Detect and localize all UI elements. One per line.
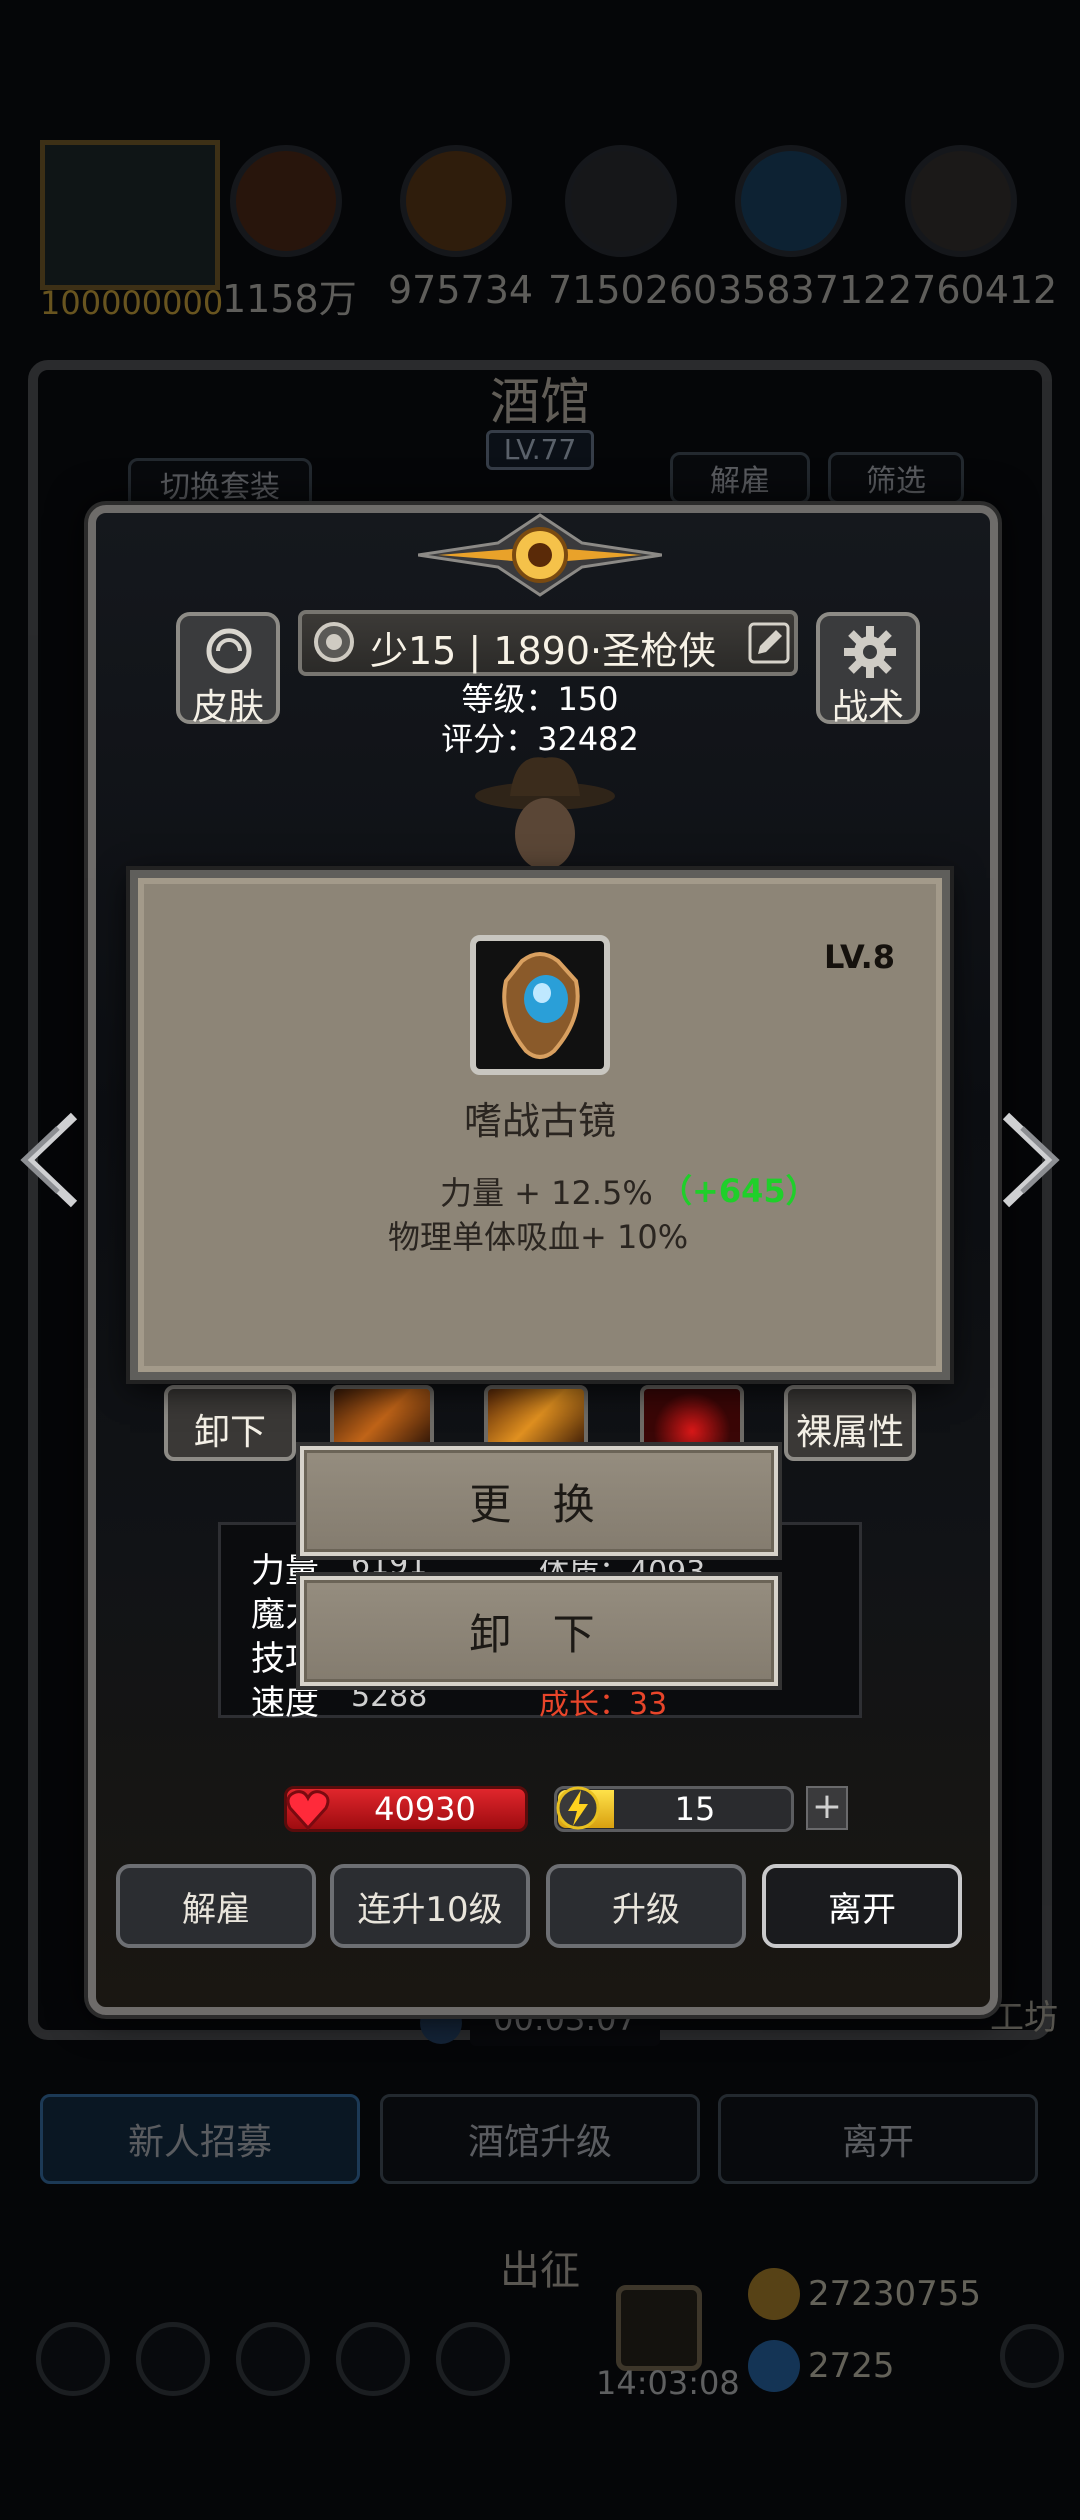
- gift-box-icon[interactable]: [616, 2285, 702, 2371]
- panel-crest-ornament: [418, 513, 662, 597]
- level-up-10-button[interactable]: 连升10级: [330, 1864, 530, 1948]
- tavern-leave-button[interactable]: 离开: [718, 2094, 1038, 2184]
- hero-score: 评分：32482: [441, 720, 639, 758]
- resource-value-4: 3583712: [718, 268, 888, 312]
- hero-name-bar: 少15 | 1890·圣枪侠: [298, 610, 798, 676]
- item-attribute-strength: 力量 + 12.5%: [440, 1174, 653, 1212]
- tavern-title: 酒馆: [490, 373, 590, 431]
- item-level: LV.8: [824, 938, 896, 976]
- resource-value-3: 7150260: [548, 268, 718, 312]
- leave-button[interactable]: 离开: [762, 1864, 962, 1948]
- item-name: 嗜战古镜: [463, 1099, 616, 1143]
- heart-icon: [286, 1790, 330, 1831]
- edit-name-icon[interactable]: [748, 622, 790, 664]
- gem-amount: 2725: [808, 2346, 895, 2386]
- item-icon-frame: [470, 935, 610, 1075]
- hero-name: 少15 | 1890·圣枪侠: [370, 629, 717, 673]
- resource-icon-4: [735, 145, 847, 257]
- game-clock: 14:03:08: [596, 2364, 740, 2402]
- replace-equipment-button[interactable]: 更 换: [300, 1446, 778, 1556]
- item-attribute-lifesteal: 物理单体吸血+ 10%: [388, 1218, 689, 1256]
- menu-icon-5[interactable]: [436, 2322, 510, 2396]
- unequip-side-label: 卸下: [193, 1412, 266, 1453]
- add-energy-button[interactable]: +: [806, 1786, 848, 1830]
- menu-icon-1[interactable]: [36, 2322, 110, 2396]
- unequip-equipment-button[interactable]: 卸 下: [300, 1576, 778, 1686]
- gold-icon: [748, 2268, 800, 2320]
- skill-slot-3[interactable]: [640, 1385, 744, 1449]
- ancient-mirror-icon: [502, 952, 580, 1059]
- gem-icon: [748, 2340, 800, 2392]
- item-attribute-strength-bonus: （+645）: [660, 1172, 818, 1210]
- resource-icon-1: [230, 145, 342, 257]
- hero-portrait-bg[interactable]: [40, 140, 220, 290]
- base-attributes-button[interactable]: 裸属性: [784, 1385, 916, 1461]
- lightning-icon: [556, 1786, 600, 1830]
- tavern-upgrade-button[interactable]: 酒馆升级: [380, 2094, 700, 2184]
- tavern-filter-button[interactable]: 筛选: [828, 452, 964, 504]
- resource-value-2: 975734: [388, 268, 534, 312]
- rank-medal-icon: [314, 622, 354, 662]
- add-currency-icon[interactable]: [1000, 2324, 1064, 2388]
- new-recruit-button[interactable]: 新人招募: [40, 2094, 360, 2184]
- level-up-button[interactable]: 升级: [546, 1864, 746, 1948]
- gold-amount: 27230755: [808, 2274, 982, 2314]
- switch-outfit-button[interactable]: 切换套装: [128, 458, 312, 510]
- skill-slot-1[interactable]: [330, 1385, 434, 1449]
- resource-value-1: 1158万: [222, 277, 357, 321]
- resource-value-5: 2760412: [888, 268, 1058, 312]
- menu-icon-2[interactable]: [136, 2322, 210, 2396]
- energy-value: 15: [674, 1790, 716, 1828]
- tavern-dismiss-button[interactable]: 解雇: [670, 452, 810, 504]
- hp-value: 40930: [374, 1790, 476, 1828]
- resource-icon-5: [905, 145, 1017, 257]
- menu-icon-3[interactable]: [236, 2322, 310, 2396]
- skill-slot-2[interactable]: [484, 1385, 588, 1449]
- resource-value-first: 100000000: [40, 284, 224, 322]
- skin-icon: [206, 628, 252, 674]
- unequip-side-button[interactable]: 卸下: [164, 1385, 296, 1461]
- resource-icon-2: [400, 145, 512, 257]
- side-label: 工坊: [990, 1998, 1058, 2038]
- menu-icon-4[interactable]: [336, 2322, 410, 2396]
- dismiss-hero-button[interactable]: 解雇: [116, 1864, 316, 1948]
- resource-icon-3: [565, 145, 677, 257]
- tavern-level-badge: LV.77: [486, 430, 594, 470]
- base-attributes-label: 裸属性: [795, 1412, 904, 1453]
- gear-icon: [844, 626, 896, 678]
- hero-figure: [470, 752, 620, 872]
